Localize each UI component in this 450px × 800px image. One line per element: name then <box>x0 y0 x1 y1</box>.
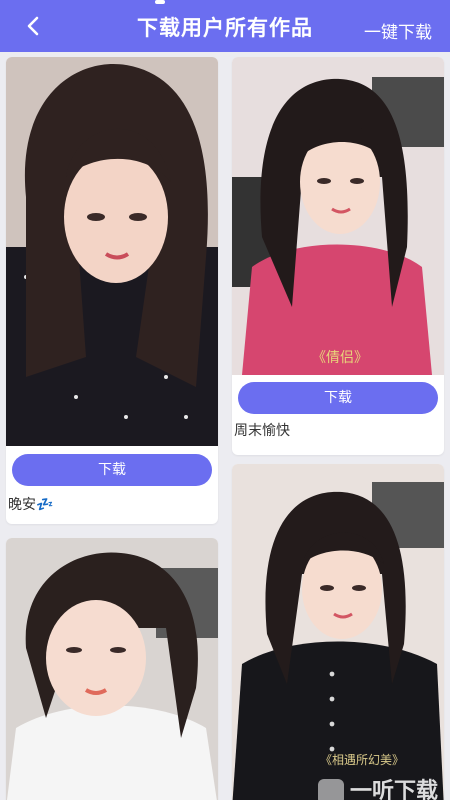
work-photo[interactable]: 《相遇所幻美》 <box>232 464 444 800</box>
work-caption: 晚安💤 <box>8 497 54 513</box>
status-bar-indicator <box>155 0 165 4</box>
download-button[interactable]: 下载 <box>238 382 438 414</box>
watermark-text: 一听下载 <box>349 779 438 800</box>
download-all-button[interactable]: 一键下载 <box>364 18 432 43</box>
svg-text:《相遇所幻美》: 《相遇所幻美》 <box>320 753 404 767</box>
work-photo[interactable] <box>6 57 218 446</box>
work-caption: 周末愉快 <box>234 423 290 439</box>
watermark: 一听下载 <box>317 773 438 800</box>
app-logo-icon <box>317 779 344 800</box>
svg-text:《倩侣》: 《倩侣》 <box>312 350 368 366</box>
work-card: 《相遇所幻美》 一听下载 <box>232 464 444 800</box>
work-photo[interactable] <box>6 538 218 800</box>
top-bar: 下载用户所有作品 一键下载 <box>0 0 450 52</box>
works-grid: 下载 晚安💤 《倩侣》 下载 周末愉快 《相遇所幻美》 一听下载 <box>0 52 450 800</box>
download-button[interactable]: 下载 <box>12 454 212 486</box>
work-card <box>6 538 218 800</box>
work-photo[interactable]: 《倩侣》 <box>232 57 444 375</box>
work-card: 下载 晚安💤 <box>6 57 218 524</box>
work-card: 《倩侣》 下载 周末愉快 <box>232 57 444 455</box>
